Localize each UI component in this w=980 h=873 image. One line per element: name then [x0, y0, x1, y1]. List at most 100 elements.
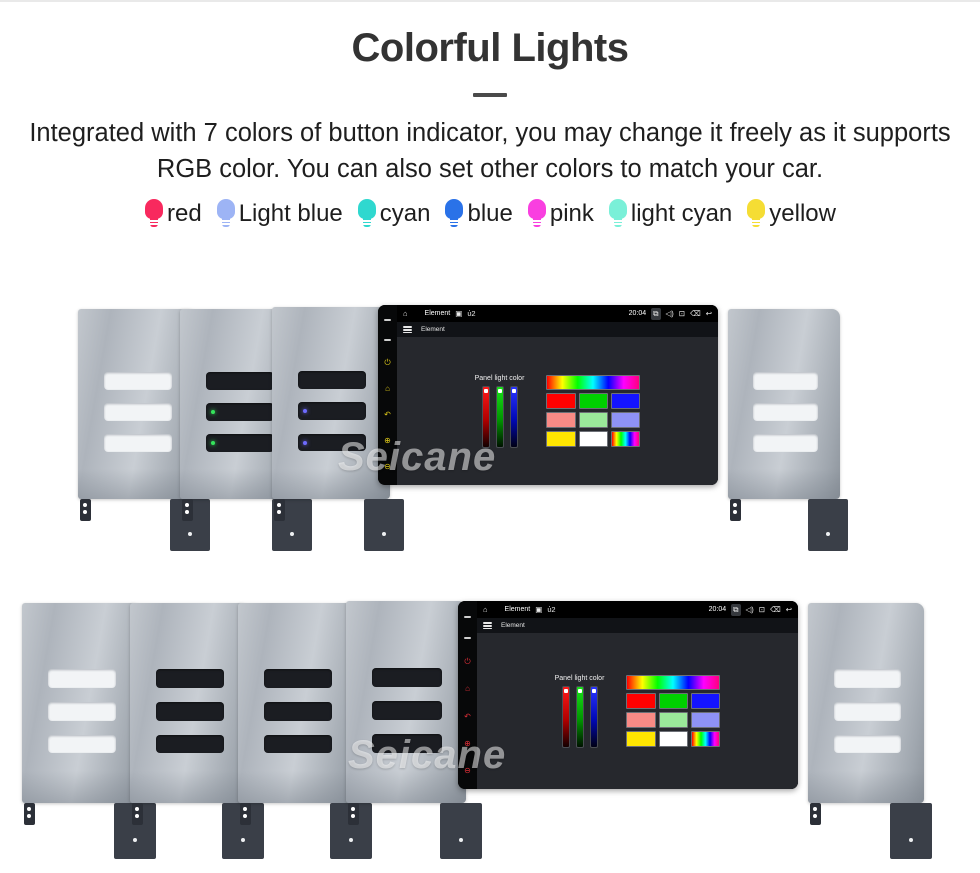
button-slot[interactable] [155, 702, 225, 721]
volume-up-icon[interactable]: ⊕ [464, 739, 471, 748]
button-slot[interactable] [103, 434, 173, 452]
home-icon[interactable]: ⌂ [385, 385, 390, 393]
home-icon[interactable]: ⌂ [403, 309, 408, 318]
swatch-lightgreen[interactable] [578, 412, 609, 429]
button-slot[interactable] [297, 370, 367, 389]
swatch-white[interactable] [578, 431, 609, 448]
dash-icon[interactable] [464, 637, 471, 640]
back-icon[interactable]: ↶ [464, 712, 471, 721]
button-slot[interactable] [205, 403, 275, 421]
red-slider[interactable] [481, 385, 490, 448]
screenshot-icon[interactable]: ⧉ [651, 307, 661, 320]
back-arrow-icon[interactable]: ↩ [786, 605, 792, 614]
link-icon[interactable]: ⌫ [770, 605, 781, 614]
swatch-green[interactable] [578, 393, 609, 410]
button-slot[interactable] [205, 434, 275, 452]
dash-icon[interactable] [384, 339, 391, 342]
side-button-strip[interactable]: ⏻ ⌂ ↶ ⊕ ⊖ [458, 601, 477, 790]
swatch-salmon[interactable] [546, 412, 576, 429]
bulb-icon [746, 199, 766, 229]
hamburger-menu-icon[interactable] [483, 622, 492, 630]
android-head-unit-screen[interactable]: ⏻ ⌂ ↶ ⊕ ⊖ ⌂ Element ▣ ὑ2 20:04 ⧉ ◁) ⊡ ⌫ ↩ Element Panel … [378, 305, 718, 486]
swatch-salmon[interactable] [626, 712, 656, 729]
button-slot[interactable] [263, 702, 333, 721]
tab-hole [349, 838, 353, 843]
button-slot[interactable] [263, 734, 333, 754]
button-slot[interactable] [833, 734, 901, 754]
swatch-rainbow[interactable] [691, 731, 721, 748]
button-slot[interactable] [47, 702, 117, 721]
green-slider[interactable] [495, 385, 504, 448]
volume-up-icon[interactable]: ⊕ [384, 437, 391, 445]
status-bar: ⌂ Element ▣ ὑ2 20:04 ⧉ ◁) ⊡ ⌫ ↩ [397, 305, 718, 323]
swatch-rainbow[interactable] [611, 431, 641, 448]
screenshot-icon[interactable]: ⧉ [731, 603, 741, 616]
side-button-strip[interactable]: ⏻ ⌂ ↶ ⊕ ⊖ [378, 305, 397, 486]
faceplate-panel [22, 603, 140, 804]
volume-down-icon[interactable]: ⊖ [384, 463, 391, 471]
swatch-periwinkle[interactable] [611, 412, 641, 429]
green-slider[interactable] [575, 685, 584, 748]
swatch-green[interactable] [658, 693, 689, 710]
home-icon[interactable]: ⌂ [465, 685, 470, 693]
faceplate-unit-8 [346, 601, 482, 860]
swatch-blue[interactable] [611, 393, 641, 410]
swatch-periwinkle[interactable] [691, 712, 721, 729]
blue-slider[interactable] [589, 685, 598, 748]
hue-gradient-bar[interactable] [546, 375, 641, 391]
dash-icon[interactable] [464, 615, 471, 618]
button-slot[interactable] [833, 669, 901, 688]
button-slot[interactable] [372, 701, 442, 720]
app-bar: Element [397, 322, 718, 338]
button-slot[interactable] [297, 402, 367, 420]
button-slot[interactable] [752, 372, 818, 390]
display-icon[interactable]: ⊡ [759, 605, 765, 614]
android-head-unit-screen[interactable]: ⏻ ⌂ ↶ ⊕ ⊖ ⌂ Element ▣ ὑ2 20:04 ⧉ ◁) ⊡ ⌫ ↩ Element Panel … [458, 601, 798, 790]
slider-knob[interactable] [563, 688, 568, 693]
button-slot[interactable] [752, 403, 818, 421]
back-arrow-icon[interactable]: ↩ [706, 309, 712, 318]
legend-label: light cyan [630, 200, 733, 228]
volume-icon[interactable]: ◁) [666, 309, 674, 318]
display-icon[interactable]: ⊡ [679, 309, 685, 318]
slider-knob[interactable] [497, 388, 502, 393]
hamburger-menu-icon[interactable] [403, 326, 412, 334]
button-slot[interactable] [372, 668, 442, 687]
button-slot[interactable] [103, 403, 173, 421]
home-icon[interactable]: ⌂ [483, 605, 488, 614]
button-slot[interactable] [155, 734, 225, 754]
button-slot[interactable] [205, 372, 275, 390]
button-slot[interactable] [833, 702, 901, 721]
button-slot-group [752, 372, 818, 452]
back-icon[interactable]: ↶ [384, 411, 391, 419]
power-icon[interactable]: ⏻ [384, 359, 390, 367]
link-icon[interactable]: ⌫ [690, 309, 701, 318]
slider-knob[interactable] [483, 388, 488, 393]
button-slot[interactable] [263, 669, 333, 688]
button-slot[interactable] [297, 433, 367, 452]
volume-icon[interactable]: ◁) [746, 605, 754, 614]
slider-knob[interactable] [511, 388, 516, 393]
swatch-white[interactable] [658, 731, 689, 748]
button-slot[interactable] [47, 669, 117, 688]
button-slot[interactable] [155, 669, 225, 688]
swatch-yellow[interactable] [546, 431, 576, 448]
swatch-blue[interactable] [691, 693, 721, 710]
swatch-red[interactable] [546, 393, 576, 410]
slider-knob[interactable] [591, 688, 596, 693]
red-slider[interactable] [561, 685, 570, 748]
dash-icon[interactable] [384, 319, 391, 322]
button-slot[interactable] [47, 734, 117, 754]
button-slot[interactable] [103, 372, 173, 390]
power-icon[interactable]: ⏻ [464, 658, 470, 666]
swatch-yellow[interactable] [626, 731, 656, 748]
blue-slider[interactable] [509, 385, 518, 448]
slider-knob[interactable] [577, 688, 582, 693]
faceplate-unit-3 [272, 307, 404, 552]
swatch-lightgreen[interactable] [658, 712, 689, 729]
button-slot[interactable] [752, 434, 818, 452]
hue-gradient-bar[interactable] [626, 675, 721, 691]
button-slot[interactable] [372, 734, 442, 753]
volume-down-icon[interactable]: ⊖ [464, 766, 471, 775]
swatch-red[interactable] [626, 693, 656, 710]
